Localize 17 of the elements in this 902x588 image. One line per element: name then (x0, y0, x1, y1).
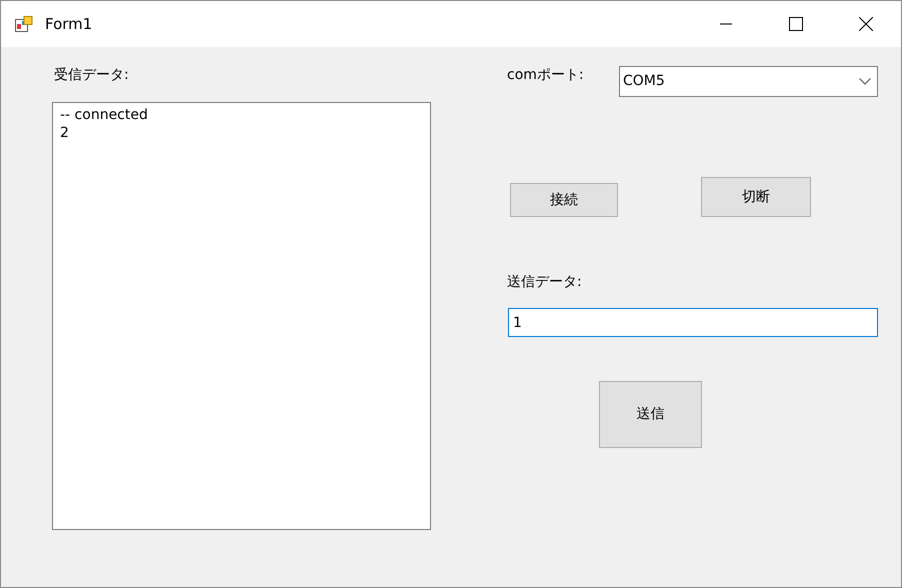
connect-button[interactable]: 接続 (510, 183, 618, 217)
close-icon[interactable] (859, 17, 873, 31)
com-port-dropdown[interactable]: COM5 (619, 66, 878, 97)
selected-port: COM5 (623, 72, 665, 91)
received-data-box[interactable]: -- connected 2 (52, 102, 431, 530)
received-line: 2 (60, 124, 69, 142)
received-data-label: 受信データ: (54, 66, 129, 85)
window-title: Form1 (45, 14, 92, 35)
send-data-field[interactable]: 1 (508, 308, 878, 337)
send-data-label: 送信データ: (507, 273, 582, 292)
app-icon (15, 16, 33, 32)
chevron-down-icon (859, 78, 871, 85)
maximize-icon[interactable] (789, 17, 803, 31)
received-line: -- connected (60, 106, 148, 124)
com-port-label: comポート: (507, 66, 584, 85)
disconnect-button[interactable]: 切断 (701, 177, 811, 217)
send-button[interactable]: 送信 (599, 381, 702, 448)
